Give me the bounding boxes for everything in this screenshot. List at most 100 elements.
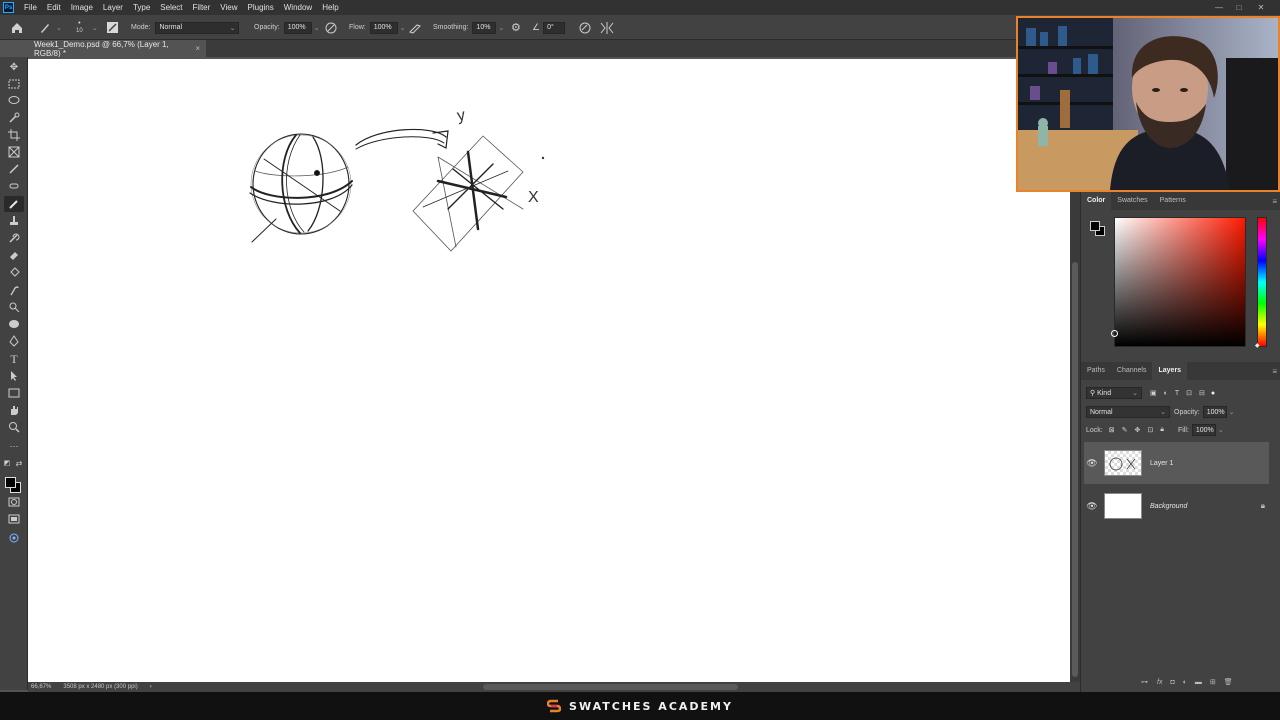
flow-chevron-icon[interactable]: ⌄ <box>400 24 406 32</box>
smudge-tool-icon[interactable] <box>4 282 24 298</box>
smoothing-input[interactable]: 10% <box>472 21 497 34</box>
zoom-level[interactable]: 66,67% <box>31 684 51 690</box>
opacity-input[interactable]: 100% <box>283 21 312 34</box>
frame-tool-icon[interactable] <box>4 144 24 160</box>
filter-adjustment-icon[interactable]: ◐ <box>1164 390 1168 397</box>
foreground-color-swatch[interactable] <box>5 477 16 488</box>
menu-select[interactable]: Select <box>155 0 187 15</box>
layer-blend-mode-select[interactable]: Normal ⌄ <box>1086 406 1170 418</box>
menu-plugins[interactable]: Plugins <box>243 0 279 15</box>
path-selection-tool-icon[interactable] <box>4 368 24 384</box>
sponge-tool-icon[interactable] <box>4 316 24 332</box>
document-info[interactable]: 3508 px x 2480 px (300 ppi) <box>63 684 137 690</box>
layer-style-fx-icon[interactable]: fx <box>1157 679 1162 686</box>
menu-help[interactable]: Help <box>317 0 343 15</box>
angle-input[interactable]: 0° <box>543 21 566 34</box>
color-panel-menu-icon[interactable]: ≡ <box>1272 197 1277 206</box>
hand-tool-icon[interactable] <box>4 402 24 418</box>
lock-transparent-icon[interactable]: ⊠ <box>1109 426 1115 434</box>
visibility-eye-icon[interactable]: 👁︎ <box>1084 501 1100 512</box>
tab-channels[interactable]: Channels <box>1111 362 1153 380</box>
filter-shape-icon[interactable]: ⊡ <box>1186 389 1192 397</box>
menu-view[interactable]: View <box>215 0 242 15</box>
screen-mode-icon[interactable] <box>4 511 24 527</box>
lock-artboard-icon[interactable]: ⊡ <box>1147 426 1153 434</box>
menu-window[interactable]: Window <box>279 0 317 15</box>
menu-filter[interactable]: Filter <box>188 0 216 15</box>
adjustment-layer-icon[interactable]: ◐ <box>1183 679 1187 686</box>
brush-settings-icon[interactable] <box>106 15 119 40</box>
menu-image[interactable]: Image <box>66 0 98 15</box>
tab-layers[interactable]: Layers <box>1152 362 1188 380</box>
brush-size-picker[interactable]: • 10 <box>76 15 83 40</box>
symmetry-icon[interactable] <box>600 15 614 40</box>
hue-slider[interactable]: ◆ <box>1255 217 1267 349</box>
tab-color[interactable]: Color <box>1081 192 1112 210</box>
color-picker-cursor[interactable] <box>1111 330 1118 337</box>
brush-tool-icon[interactable] <box>4 196 24 212</box>
tab-swatches[interactable]: Swatches <box>1111 192 1153 210</box>
pen-tool-icon[interactable] <box>4 333 24 349</box>
menu-edit[interactable]: Edit <box>42 0 66 15</box>
crop-tool-icon[interactable] <box>4 127 24 143</box>
document-tab-close-icon[interactable]: × <box>195 44 200 53</box>
opacity-chevron-icon[interactable]: ⌄ <box>314 24 320 32</box>
flow-input[interactable]: 100% <box>369 21 398 34</box>
tab-paths[interactable]: Paths <box>1081 362 1111 380</box>
tab-patterns[interactable]: Patterns <box>1154 192 1192 210</box>
rectangle-tool-icon[interactable] <box>4 385 24 401</box>
clone-stamp-tool-icon[interactable] <box>4 213 24 229</box>
eyedropper-tool-icon[interactable] <box>4 161 24 177</box>
layer-opacity-chevron-icon[interactable]: ⌄ <box>1229 408 1235 416</box>
photoshop-logo-icon[interactable]: Ps <box>3 2 14 13</box>
document-tab[interactable]: Week1_Demo.psd @ 66,7% (Layer 1, RGB/8) … <box>28 40 206 58</box>
close-window-button[interactable]: ✕ <box>1252 0 1270 15</box>
layer-row-background[interactable]: 👁︎ Background 🔒︎ <box>1084 485 1269 527</box>
layer-name[interactable]: Layer 1 <box>1150 460 1173 467</box>
fill-chevron-icon[interactable]: ⌄ <box>1218 426 1224 434</box>
fill-input[interactable]: 100% <box>1191 424 1216 436</box>
filter-smart-object-icon[interactable]: ⊟ <box>1199 389 1205 397</box>
generative-fill-icon[interactable] <box>4 530 24 546</box>
add-mask-icon[interactable]: ◘ <box>1170 679 1174 686</box>
panel-foreground-swatch[interactable] <box>1090 221 1100 231</box>
layer-opacity-input[interactable]: 100% <box>1202 406 1227 418</box>
marquee-tool-icon[interactable] <box>4 76 24 92</box>
menu-layer[interactable]: Layer <box>98 0 128 15</box>
quick-selection-tool-icon[interactable] <box>4 110 24 126</box>
brush-dropdown-chevron-icon[interactable]: ⌄ <box>92 15 98 40</box>
layer-row-layer-1[interactable]: 👁︎ Layer 1 <box>1084 442 1269 484</box>
new-group-icon[interactable]: ▬ <box>1195 679 1202 686</box>
type-tool-icon[interactable]: T <box>4 351 24 367</box>
smoothing-chevron-icon[interactable]: ⌄ <box>498 24 504 32</box>
minimize-button[interactable]: — <box>1210 0 1228 15</box>
swap-colors-icon[interactable]: ⇄ <box>14 455 24 471</box>
maximize-button[interactable]: □ <box>1230 0 1248 15</box>
lasso-tool-icon[interactable] <box>4 93 24 109</box>
move-tool-icon[interactable]: ✥ <box>4 59 24 75</box>
menu-file[interactable]: File <box>19 0 42 15</box>
layer-lock-icon[interactable]: 🔒︎ <box>1261 501 1265 511</box>
hue-slider-handle[interactable]: ◆ <box>1255 342 1260 349</box>
airbrush-icon[interactable] <box>408 15 422 40</box>
status-expand-icon[interactable]: › <box>150 684 152 690</box>
smoothing-options-gear-icon[interactable]: ⚙ <box>511 15 521 40</box>
horizontal-scrollbar[interactable] <box>483 684 738 690</box>
pressure-size-icon[interactable] <box>579 15 591 40</box>
link-layers-icon[interactable]: ⊶ <box>1141 678 1148 686</box>
lock-image-icon[interactable]: ✎ <box>1122 426 1128 434</box>
filter-pixel-icon[interactable]: ▣ <box>1150 389 1157 397</box>
lock-position-icon[interactable]: ✥ <box>1134 426 1140 434</box>
document-canvas[interactable]: y X <box>28 59 1070 682</box>
new-layer-icon[interactable]: ⊞ <box>1210 678 1216 686</box>
default-colors-icon[interactable]: ◩ <box>2 455 12 471</box>
zoom-tool-icon[interactable] <box>4 419 24 435</box>
healing-brush-tool-icon[interactable] <box>4 178 24 194</box>
paint-bucket-tool-icon[interactable] <box>4 265 24 281</box>
layers-panel-menu-icon[interactable]: ≡ <box>1272 367 1277 376</box>
menu-type[interactable]: Type <box>128 0 155 15</box>
mode-select[interactable]: Normal ⌄ <box>155 21 240 34</box>
filter-toggle-icon[interactable]: ● <box>1211 390 1215 397</box>
color-picker-field[interactable] <box>1111 217 1246 347</box>
eraser-tool-icon[interactable] <box>4 247 24 263</box>
